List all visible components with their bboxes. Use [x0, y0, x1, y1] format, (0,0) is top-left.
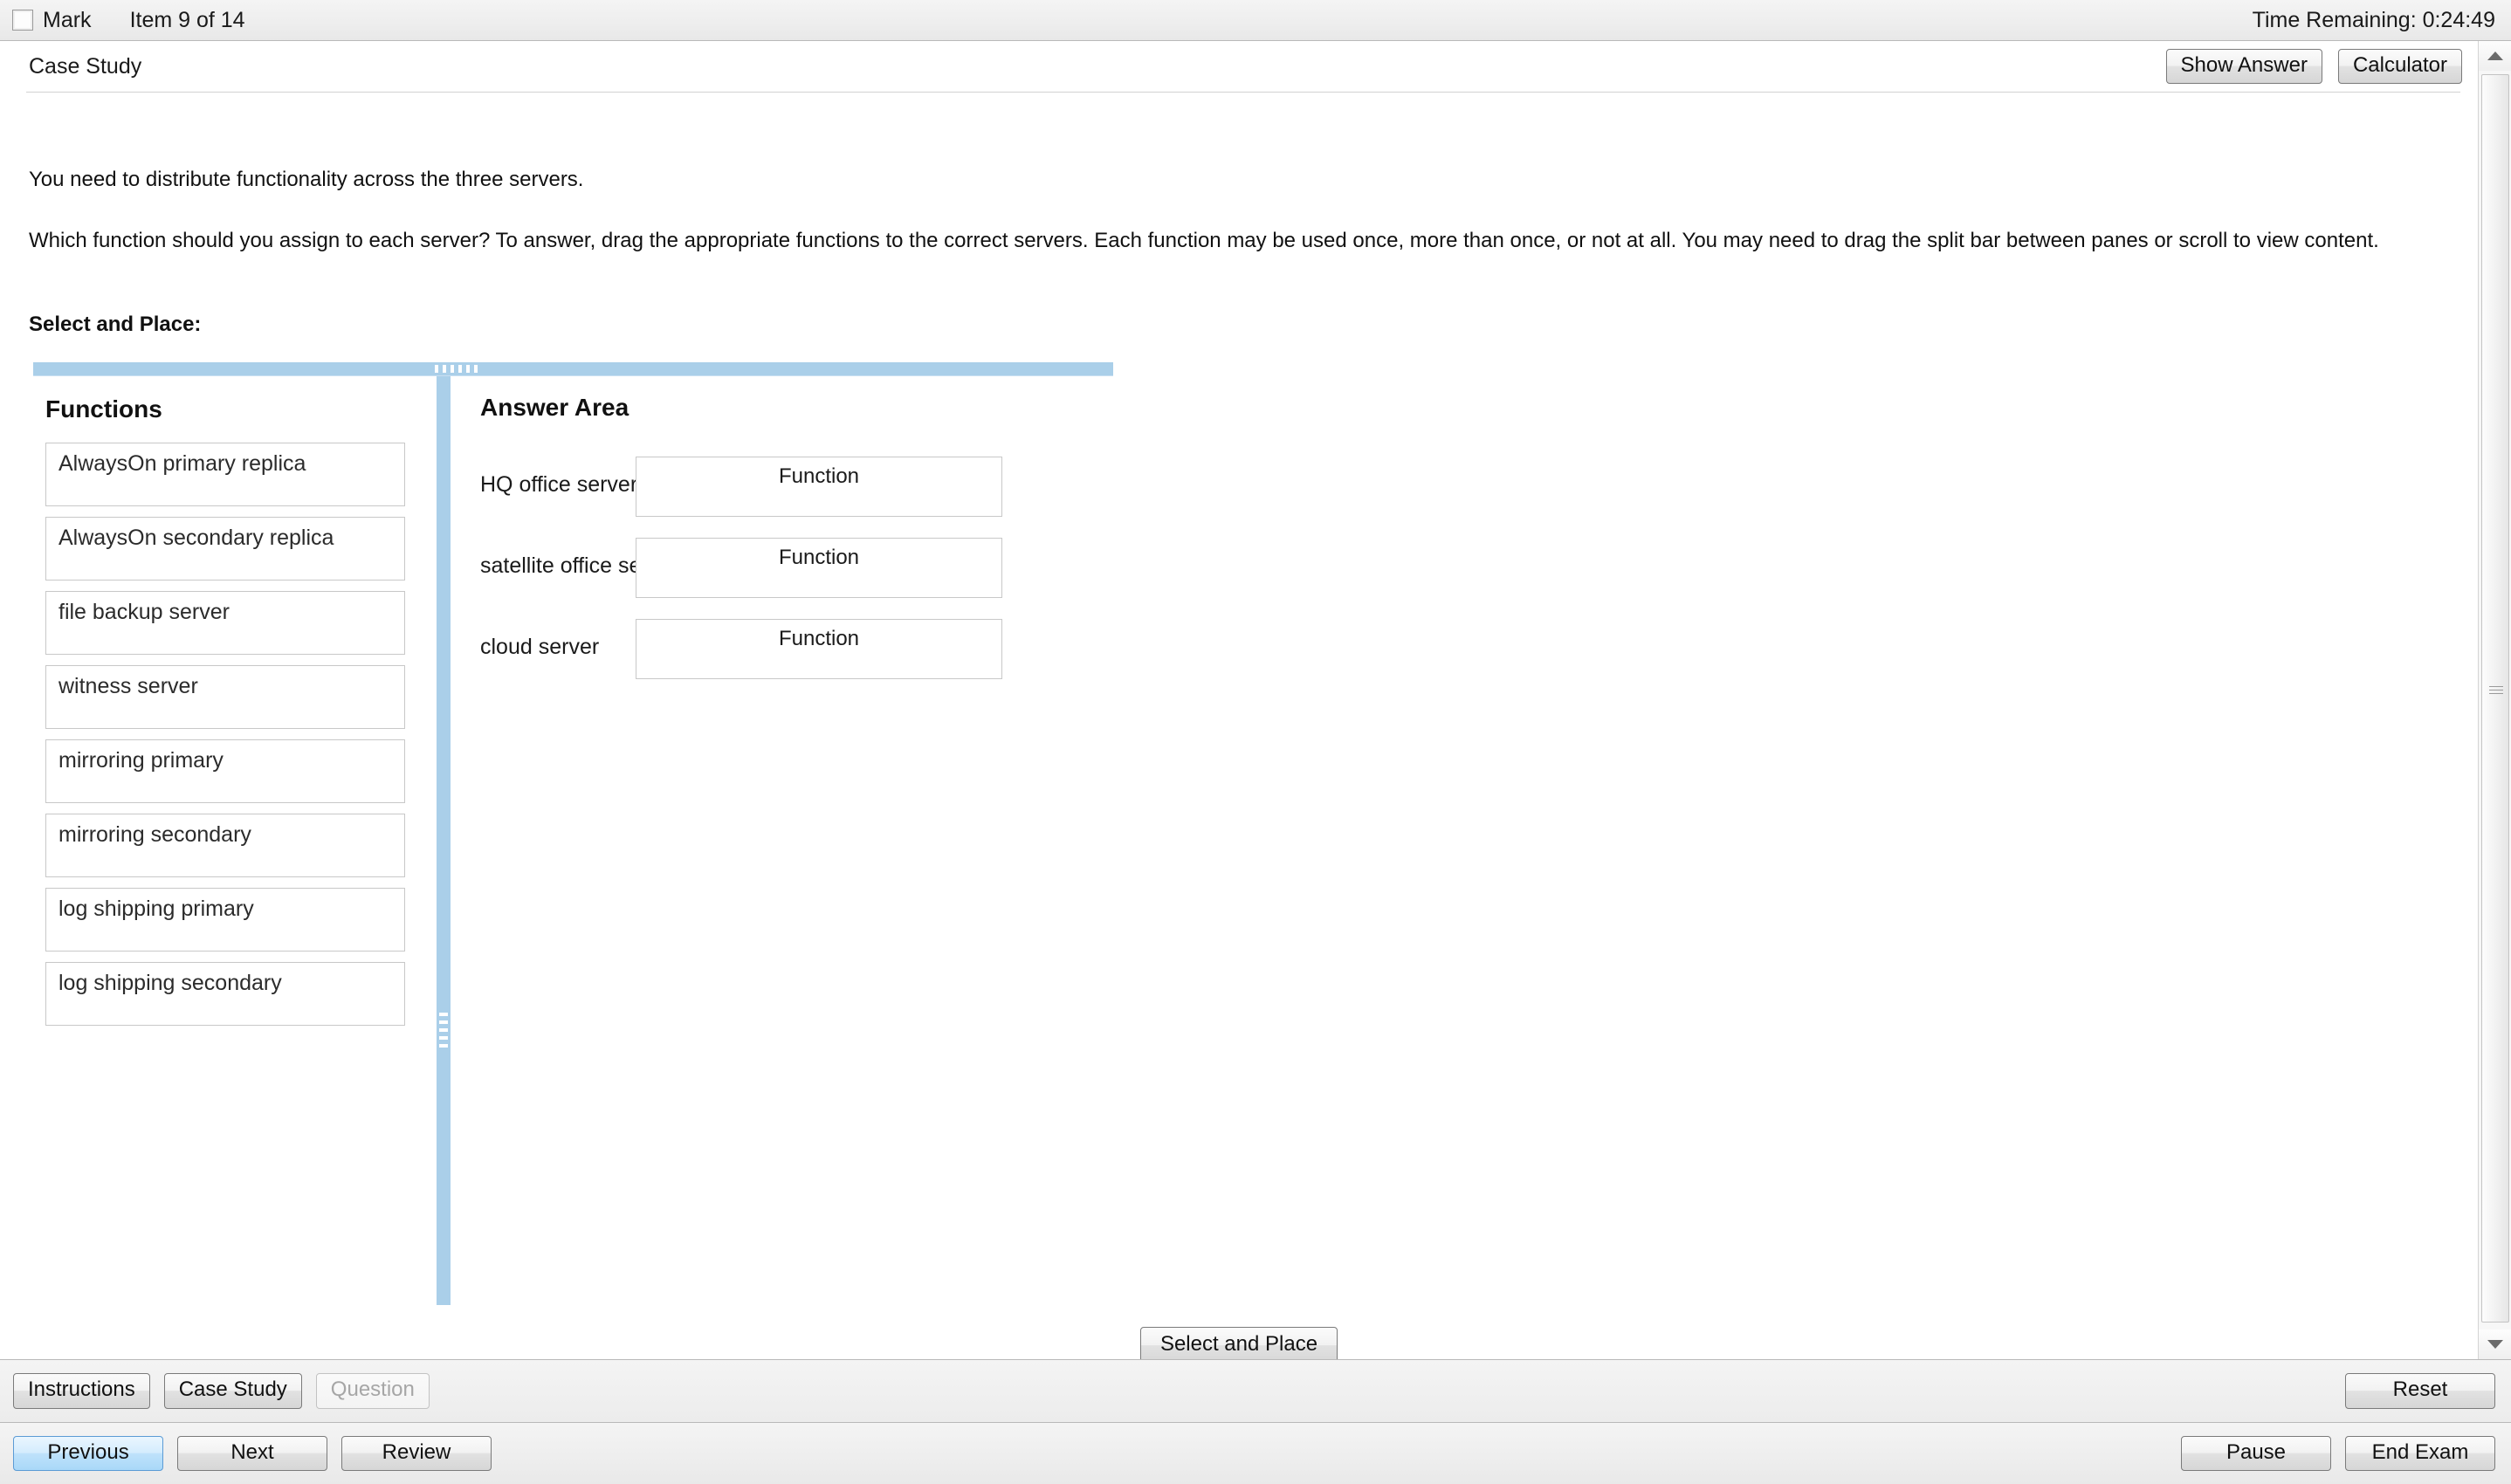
function-drag-item[interactable]: AlwaysOn primary replica: [45, 443, 405, 506]
section-tab-bar: Instructions Case Study Question Reset: [0, 1359, 2511, 1422]
question-header-row: Case Study Show Answer Calculator: [0, 41, 2478, 92]
question-paragraph-1: You need to distribute functionality acr…: [29, 168, 584, 191]
answer-row: HQ office server Function: [454, 457, 1111, 517]
previous-button[interactable]: Previous: [13, 1435, 163, 1472]
mark-checkbox[interactable]: [12, 10, 33, 31]
question-type-label: Case Study: [29, 53, 142, 79]
calculator-button[interactable]: Calculator: [2337, 48, 2462, 85]
horizontal-split-bar[interactable]: [33, 362, 1113, 376]
function-drag-item[interactable]: AlwaysOn secondary replica: [45, 517, 405, 581]
vertical-split-bar[interactable]: [437, 376, 451, 1305]
answer-row-label: cloud server: [480, 635, 600, 659]
drop-target[interactable]: Function: [636, 619, 1002, 679]
function-drag-item[interactable]: log shipping secondary: [45, 962, 405, 1026]
function-drag-item[interactable]: mirroring secondary: [45, 814, 405, 877]
function-drag-item[interactable]: witness server: [45, 665, 405, 729]
navigation-bar: Previous Next Review Pause End Exam: [0, 1422, 2511, 1484]
header-divider: [26, 92, 2460, 93]
end-exam-button[interactable]: End Exam: [2345, 1435, 2495, 1472]
answer-row-label: HQ office server: [480, 472, 638, 497]
function-drag-item[interactable]: mirroring primary: [45, 739, 405, 803]
select-and-place-button[interactable]: Select and Place: [1139, 1327, 1338, 1359]
question-tools: Show Answer Calculator: [2165, 48, 2462, 85]
function-drag-item[interactable]: log shipping primary: [45, 888, 405, 952]
scrollbar-thumb[interactable]: [2481, 74, 2509, 1323]
question-content-area: Case Study Show Answer Calculator You ne…: [0, 41, 2478, 1359]
answer-area-title: Answer Area: [480, 394, 629, 421]
vertical-split-grip-icon: [439, 1013, 448, 1051]
drop-target[interactable]: Function: [636, 538, 1002, 598]
scrollbar-grip-icon: [2489, 686, 2503, 697]
drag-drop-panel: Functions AlwaysOn primary replica Alway…: [33, 362, 1113, 1305]
drop-target[interactable]: Function: [636, 457, 1002, 517]
select-and-place-action-row: Select and Place: [0, 1327, 2478, 1359]
review-button[interactable]: Review: [341, 1435, 492, 1472]
nav-buttons-right: Pause End Exam: [2181, 1435, 2495, 1472]
scroll-down-arrow-icon[interactable]: [2479, 1329, 2511, 1359]
function-drag-item[interactable]: file backup server: [45, 591, 405, 655]
show-answer-button[interactable]: Show Answer: [2165, 48, 2322, 85]
time-remaining: Time Remaining: 0:24:49: [2252, 7, 2495, 32]
question-paragraph-2: Which function should you assign to each…: [29, 229, 2379, 252]
tab-question: Question: [315, 1373, 430, 1409]
functions-pane: Functions AlwaysOn primary replica Alway…: [37, 381, 431, 1298]
functions-list: AlwaysOn primary replica AlwaysOn second…: [37, 443, 431, 1026]
select-and-place-label: Select and Place:: [29, 313, 202, 336]
answer-row: cloud server Function: [454, 619, 1111, 679]
scroll-up-arrow-icon[interactable]: [2479, 41, 2511, 71]
item-counter: Item 9 of 14: [129, 7, 245, 32]
tab-instructions[interactable]: Instructions: [13, 1373, 150, 1409]
section-tabs: Instructions Case Study Question: [13, 1373, 430, 1409]
next-button[interactable]: Next: [177, 1435, 327, 1472]
tab-case-study[interactable]: Case Study: [163, 1373, 302, 1409]
horizontal-split-grip-icon: [435, 365, 480, 373]
exam-status-bar: Mark Item 9 of 14 Time Remaining: 0:24:4…: [0, 0, 2511, 41]
reset-button[interactable]: Reset: [2345, 1373, 2495, 1409]
mark-label: Mark: [43, 7, 92, 32]
functions-pane-title: Functions: [45, 395, 162, 423]
pause-button[interactable]: Pause: [2181, 1435, 2331, 1472]
vertical-scrollbar[interactable]: [2478, 41, 2511, 1359]
answer-area-pane: Answer Area HQ office server Function sa…: [454, 381, 1111, 1298]
answer-row: satellite office server Function: [454, 538, 1111, 598]
reset-group: Reset: [2345, 1373, 2495, 1409]
nav-buttons-left: Previous Next Review: [13, 1435, 492, 1472]
